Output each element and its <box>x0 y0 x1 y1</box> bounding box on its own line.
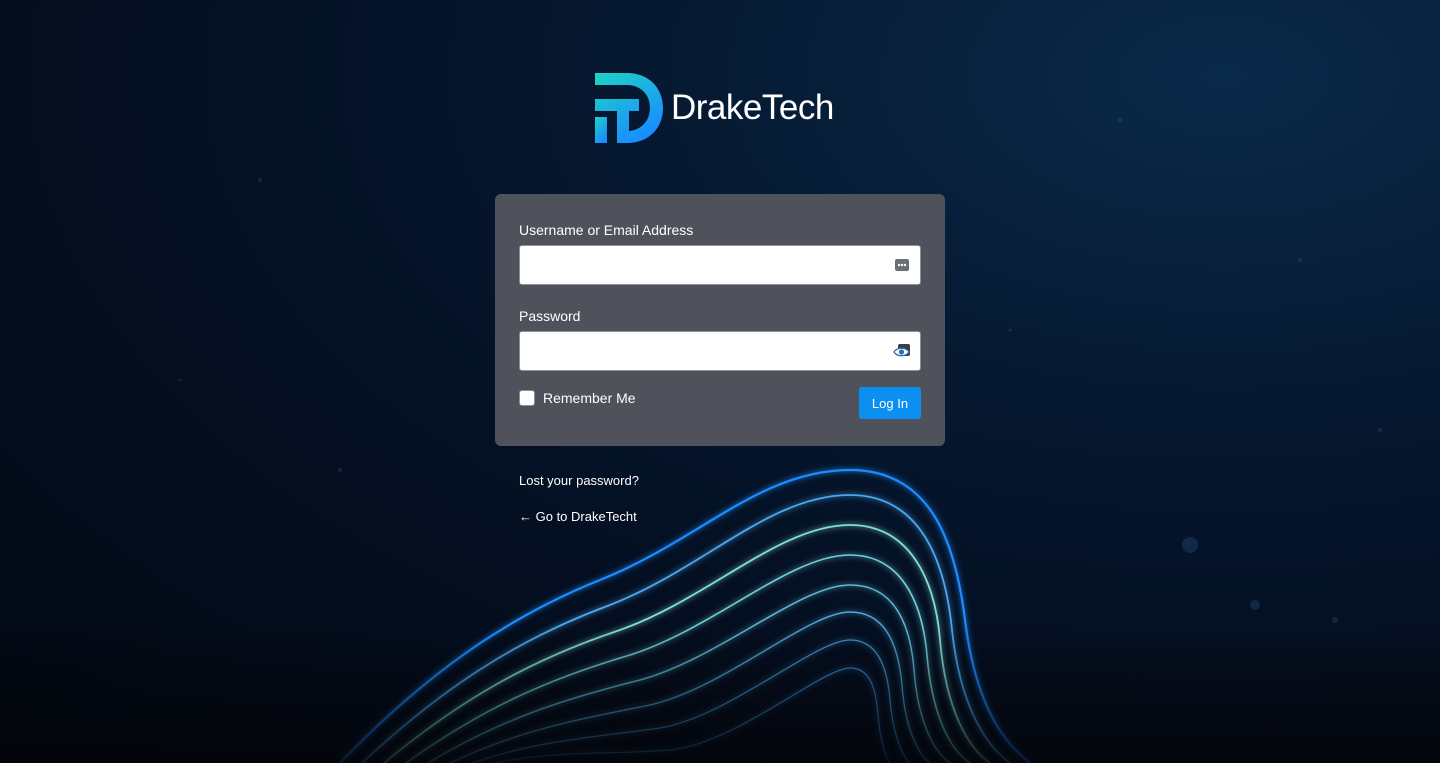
password-label: Password <box>519 308 581 324</box>
login-form: Username or Email Address Password Remem… <box>495 194 945 446</box>
back-to-site-link[interactable]: ← Go to DrakeTecht <box>519 509 639 525</box>
show-password-eye-icon[interactable] <box>893 343 911 359</box>
autofill-key-icon[interactable] <box>894 257 910 273</box>
remember-me[interactable]: Remember Me <box>519 390 636 406</box>
brand-name: DrakeTech <box>671 88 834 127</box>
brand-logo[interactable]: DrakeTech <box>595 72 855 144</box>
username-label: Username or Email Address <box>519 222 694 238</box>
login-nav-links: Lost your password? ← Go to DrakeTecht <box>519 473 639 525</box>
password-field-wrapper <box>519 331 921 371</box>
username-field-wrapper <box>519 245 921 285</box>
password-field[interactable] <box>520 332 920 370</box>
log-in-button[interactable]: Log In <box>859 387 921 419</box>
lost-password-link[interactable]: Lost your password? <box>519 473 639 489</box>
remember-me-label[interactable]: Remember Me <box>543 390 636 406</box>
username-field[interactable] <box>520 246 920 284</box>
draketech-logo-mark-icon <box>595 73 663 143</box>
remember-me-checkbox[interactable] <box>519 390 535 406</box>
